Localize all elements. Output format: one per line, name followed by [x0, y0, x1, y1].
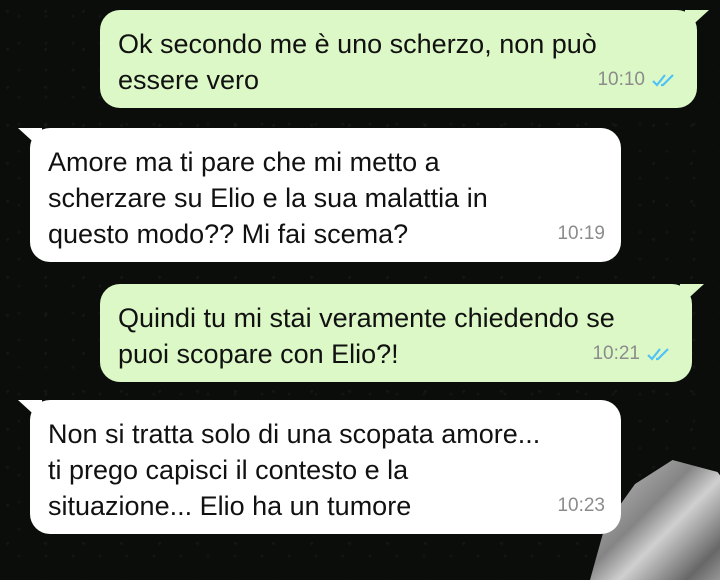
- message-time: 10:10: [597, 69, 645, 90]
- bubble-tail: [18, 400, 42, 422]
- double-check-read-icon: [652, 74, 674, 87]
- message-bubble-outgoing[interactable]: Quindi tu mi stai veramente chiedendo se…: [100, 284, 704, 382]
- message-time: 10:23: [557, 495, 605, 516]
- message-text: Amore ma ti pare che mi metto a scherzar…: [48, 147, 488, 249]
- message-time: 10:21: [592, 343, 640, 364]
- message-meta: 10:10: [597, 62, 681, 98]
- bubble-tail: [18, 128, 42, 150]
- bubble-tail: [680, 284, 704, 306]
- message-bubble-incoming[interactable]: Amore ma ti pare che mi metto a scherzar…: [18, 128, 621, 262]
- double-check-read-icon: [647, 348, 669, 361]
- bubble-tail: [685, 10, 709, 32]
- message-bubble-incoming[interactable]: Non si tratta solo di una scopata amore.…: [18, 400, 621, 534]
- message-text: Non si tratta solo di una scopata amore.…: [48, 419, 541, 521]
- message-text: Quindi tu mi stai veramente chiedendo se…: [118, 303, 615, 369]
- message-time: 10:19: [557, 223, 605, 244]
- message-meta: 10:23: [557, 488, 605, 524]
- message-meta: 10:19: [557, 216, 605, 252]
- message-bubble-outgoing[interactable]: Ok secondo me è uno scherzo, non può ess…: [100, 10, 709, 108]
- message-text: Ok secondo me è uno scherzo, non può ess…: [118, 29, 597, 95]
- message-meta: 10:21: [592, 336, 676, 372]
